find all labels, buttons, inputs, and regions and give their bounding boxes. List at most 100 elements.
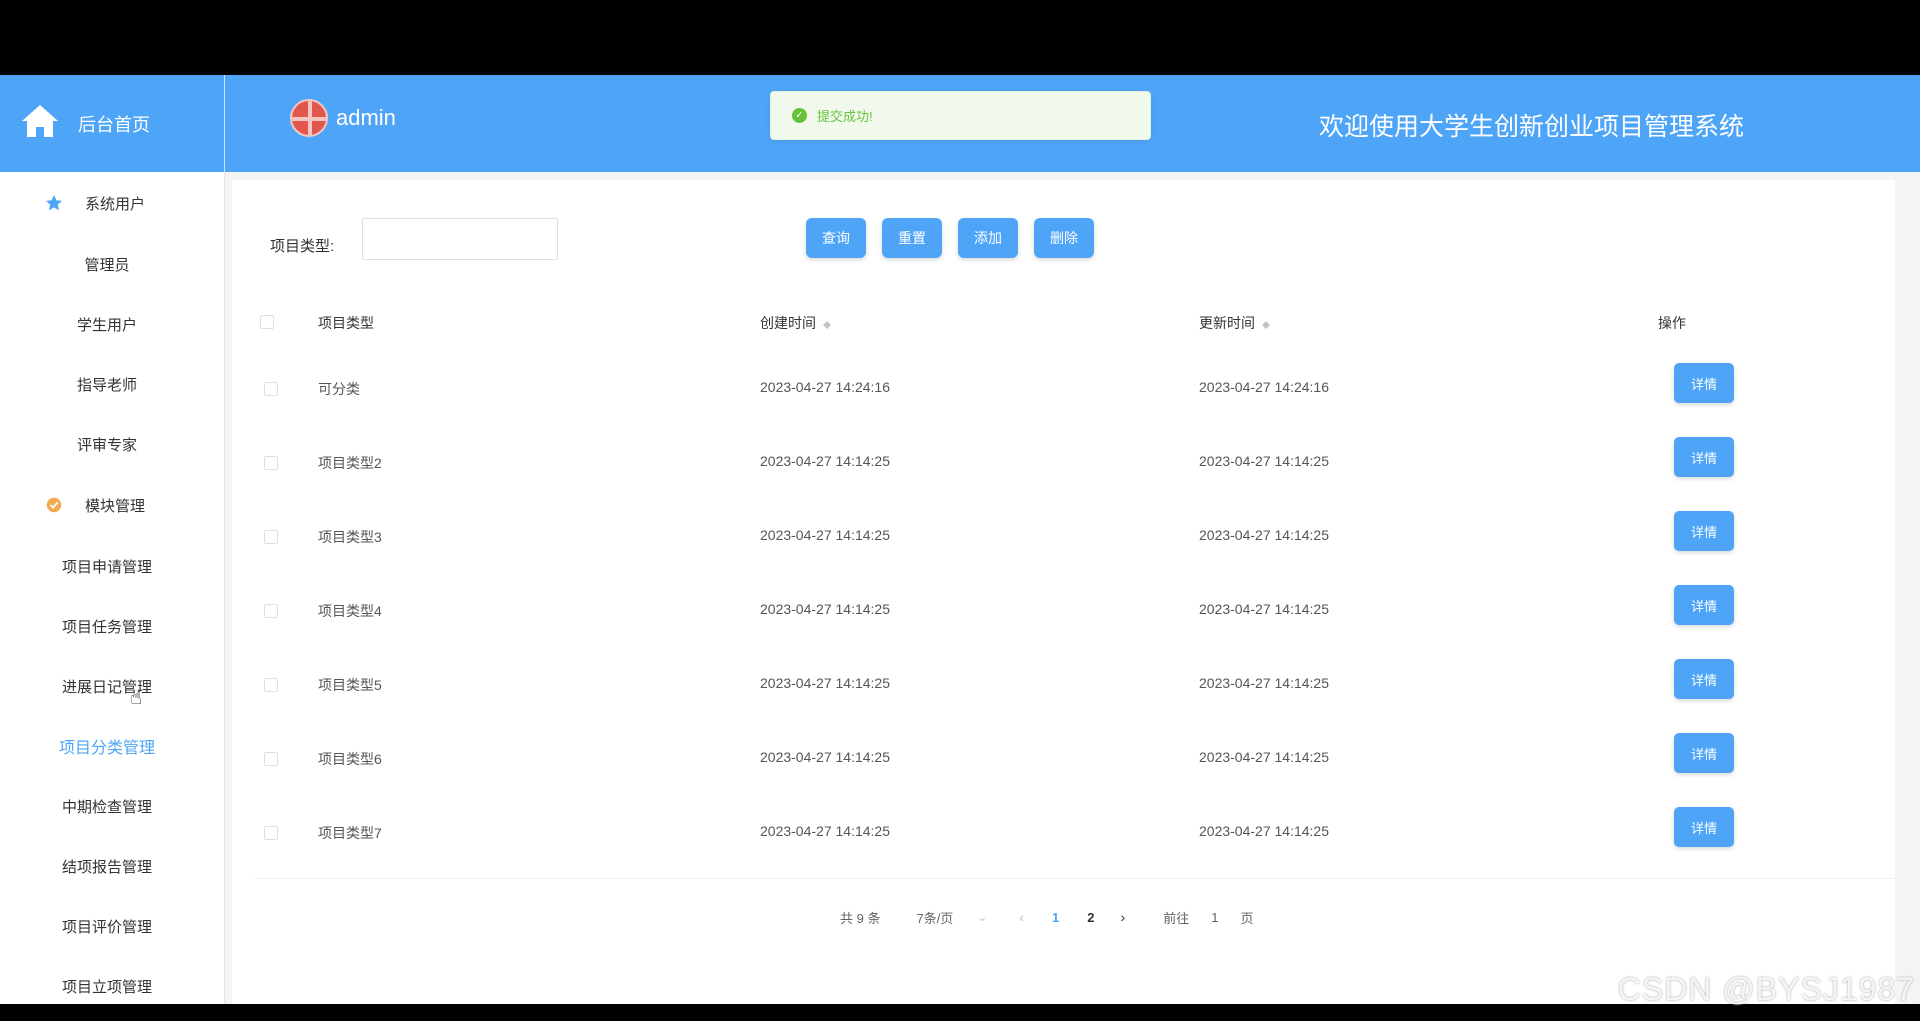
cell-project-type: 项目类型7: [318, 825, 382, 841]
cell-created-time: 2023-04-27 14:14:25: [760, 675, 890, 691]
cell-project-type: 项目类型6: [318, 751, 382, 767]
menu-group-modules[interactable]: 模块管理: [0, 474, 224, 536]
page-size-select[interactable]: 7条/页 ⌄: [916, 908, 987, 927]
main-content: 项目类型: 查询 重置 添加 删除 项目类型 创建时间 更新时间 操作 可分类 …: [225, 172, 1920, 1004]
content-card: 项目类型: 查询 重置 添加 删除 项目类型 创建时间 更新时间 操作 可分类 …: [232, 180, 1895, 1004]
detail-button[interactable]: 详情: [1674, 363, 1734, 403]
page-size-value: 7条/页: [916, 910, 954, 926]
delete-button[interactable]: 删除: [1034, 218, 1094, 258]
detail-button[interactable]: 详情: [1674, 437, 1734, 477]
menu-group-label: 模块管理: [85, 497, 146, 515]
cell-created-time: 2023-04-27 14:14:25: [760, 601, 890, 617]
row-checkbox[interactable]: [264, 456, 278, 470]
row-checkbox[interactable]: [264, 530, 278, 544]
sidebar-item-students[interactable]: 学生用户: [0, 294, 224, 354]
reset-button[interactable]: 重置: [882, 218, 942, 258]
home-icon: [20, 101, 60, 146]
search-label: 项目类型:: [270, 238, 335, 255]
badge-icon: [44, 495, 64, 515]
home-label: 后台首页: [78, 114, 150, 135]
cell-updated-time: 2023-04-27 14:14:25: [1199, 527, 1329, 543]
add-button[interactable]: 添加: [958, 218, 1018, 258]
query-button[interactable]: 查询: [806, 218, 866, 258]
cell-updated-time: 2023-04-27 14:24:16: [1199, 379, 1329, 395]
sidebar-item-project-category[interactable]: 项目分类管理: [0, 716, 224, 776]
header-label: 创建时间: [760, 315, 816, 331]
cell-created-time: 2023-04-27 14:24:16: [760, 379, 890, 395]
sidebar-item-teachers[interactable]: 指导老师: [0, 354, 224, 414]
table-row: 可分类 2023-04-27 14:24:16 2023-04-27 14:24…: [254, 349, 1894, 423]
detail-button[interactable]: 详情: [1674, 659, 1734, 699]
toast-message: 提交成功!: [817, 109, 873, 124]
header-project-type: 项目类型: [318, 315, 374, 331]
cell-updated-time: 2023-04-27 14:14:25: [1199, 675, 1329, 691]
detail-button[interactable]: 详情: [1674, 807, 1734, 847]
table-row: 项目类型7 2023-04-27 14:14:25 2023-04-27 14:…: [254, 793, 1894, 867]
top-header: 后台首页 admin ✓ 提交成功! 欢迎使用大学生创新创业项目管理系统: [0, 75, 1920, 172]
cell-project-type: 项目类型3: [318, 529, 382, 545]
project-type-input[interactable]: [362, 218, 558, 260]
goto-label: 前往: [1163, 910, 1190, 926]
success-toast: ✓ 提交成功!: [770, 91, 1151, 140]
sidebar-item-project-review[interactable]: 项目评价管理: [0, 896, 224, 956]
detail-button[interactable]: 详情: [1674, 585, 1734, 625]
cell-created-time: 2023-04-27 14:14:25: [760, 453, 890, 469]
sidebar-item-project-task[interactable]: 项目任务管理: [0, 596, 224, 656]
pagination: 共 9 条 7条/页 ⌄ ‹ 1 2 › 前往 1 页: [840, 902, 1253, 932]
check-circle-icon: ✓: [792, 108, 807, 123]
table-row: 项目类型5 2023-04-27 14:14:25 2023-04-27 14:…: [254, 645, 1894, 719]
pagination-total: 共 9 条: [840, 910, 881, 926]
next-page-icon[interactable]: ›: [1121, 909, 1126, 925]
cell-updated-time: 2023-04-27 14:14:25: [1199, 601, 1329, 617]
avatar: [290, 99, 328, 137]
row-checkbox[interactable]: [264, 826, 278, 840]
sidebar: 系统用户 管理员 学生用户 指导老师 评审专家 模块管理 项目申请管理 项目任务…: [0, 172, 225, 1004]
goto-suffix: 页: [1240, 910, 1254, 926]
sort-icon[interactable]: [822, 317, 832, 331]
cell-updated-time: 2023-04-27 14:14:25: [1199, 823, 1329, 839]
menu-group-label: 系统用户: [85, 195, 146, 213]
page-number[interactable]: 1: [1052, 910, 1059, 925]
app-window: 后台首页 admin ✓ 提交成功! 欢迎使用大学生创新创业项目管理系统 系统用…: [0, 75, 1920, 1004]
user-menu[interactable]: admin: [290, 99, 396, 137]
sidebar-item-project-approval[interactable]: 项目立项管理: [0, 956, 224, 1004]
menu-group-system-users[interactable]: 系统用户: [0, 172, 224, 234]
sidebar-item-admins[interactable]: 管理员: [0, 234, 224, 294]
goto-page-input[interactable]: 1: [1211, 910, 1218, 925]
watermark: CSDN @BYSJ1987: [1617, 971, 1915, 1007]
cell-project-type: 项目类型2: [318, 455, 382, 471]
hand-cursor-icon: ☝: [130, 687, 143, 709]
cell-updated-time: 2023-04-27 14:14:25: [1199, 749, 1329, 765]
sidebar-item-progress-log[interactable]: 进展日记管理: [0, 656, 224, 716]
home-link[interactable]: 后台首页: [0, 75, 225, 172]
sidebar-item-midterm-check[interactable]: 中期检查管理: [0, 776, 224, 836]
cell-created-time: 2023-04-27 14:14:25: [760, 749, 890, 765]
select-all-checkbox[interactable]: [260, 315, 274, 329]
row-checkbox[interactable]: [264, 752, 278, 766]
detail-button[interactable]: 详情: [1674, 511, 1734, 551]
detail-button[interactable]: 详情: [1674, 733, 1734, 773]
row-checkbox[interactable]: [264, 382, 278, 396]
sidebar-item-project-apply[interactable]: 项目申请管理: [0, 536, 224, 596]
cell-project-type: 项目类型4: [318, 603, 382, 619]
prev-page-icon[interactable]: ‹: [1019, 909, 1024, 925]
table-divider: [254, 878, 1894, 879]
table-row: 项目类型6 2023-04-27 14:14:25 2023-04-27 14:…: [254, 719, 1894, 793]
cell-updated-time: 2023-04-27 14:14:25: [1199, 453, 1329, 469]
table-header-row: 项目类型 创建时间 更新时间 操作: [254, 285, 1894, 349]
sidebar-item-final-report[interactable]: 结项报告管理: [0, 836, 224, 896]
table-row: 项目类型3 2023-04-27 14:14:25 2023-04-27 14:…: [254, 497, 1894, 571]
header-label: 更新时间: [1199, 315, 1255, 331]
table-row: 项目类型4 2023-04-27 14:14:25 2023-04-27 14:…: [254, 571, 1894, 645]
system-title: 欢迎使用大学生创新创业项目管理系统: [1318, 113, 1744, 141]
header-updated-time[interactable]: 更新时间: [1199, 313, 1271, 333]
header-created-time[interactable]: 创建时间: [760, 313, 832, 333]
page-number[interactable]: 2: [1087, 910, 1094, 925]
table-row: 项目类型2 2023-04-27 14:14:25 2023-04-27 14:…: [254, 423, 1894, 497]
row-checkbox[interactable]: [264, 604, 278, 618]
sidebar-item-experts[interactable]: 评审专家: [0, 414, 224, 474]
sort-icon[interactable]: [1261, 317, 1271, 331]
row-checkbox[interactable]: [264, 678, 278, 692]
chevron-down-icon: ⌄: [977, 910, 988, 924]
cell-project-type: 项目类型5: [318, 677, 382, 693]
